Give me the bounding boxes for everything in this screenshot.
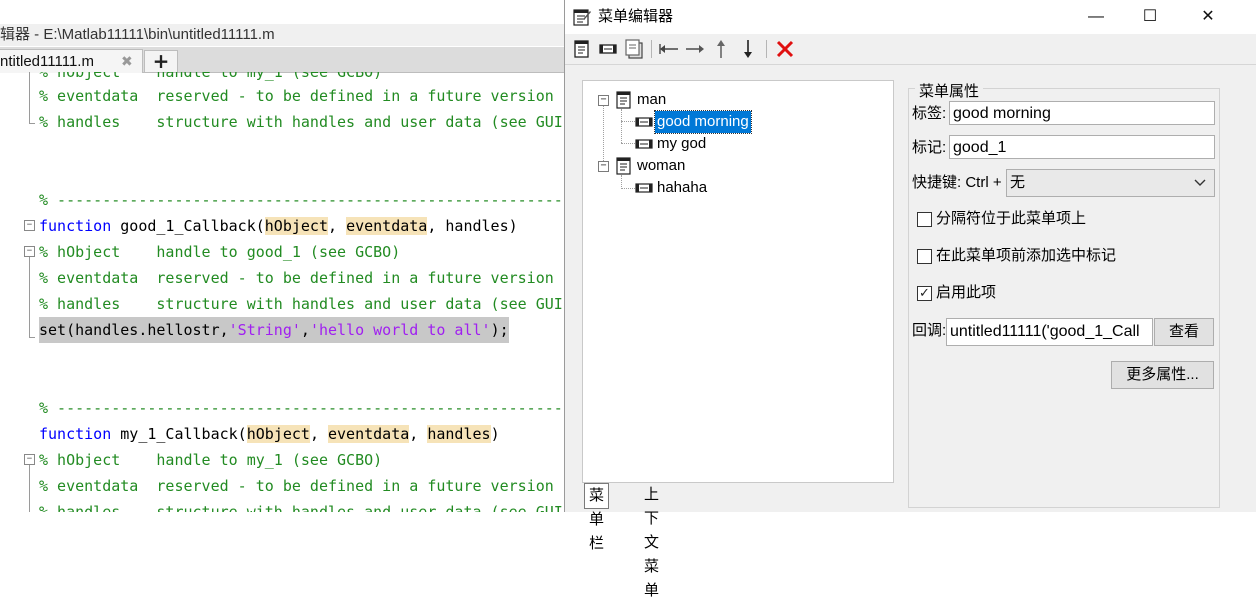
code-line-selected: set(handles.hellostr,'String','hello wor… — [39, 317, 509, 343]
more-properties-button[interactable]: 更多属性... — [1111, 361, 1214, 389]
tree-node-label: woman — [637, 157, 686, 174]
editor-title: 辑器 - E:\Matlab11111\bin\untitled11111.m — [0, 24, 600, 46]
tag-caption: 标记: — [912, 139, 947, 156]
move-right-icon[interactable] — [684, 38, 706, 60]
code-line: % hObject handle to my_1 (see GCBO) — [39, 451, 383, 469]
view-button[interactable]: 查看 — [1154, 318, 1214, 346]
move-down-icon[interactable] — [737, 38, 759, 60]
tree-node-woman[interactable]: woman — [615, 155, 815, 177]
code-line: % --------------------------------------… — [39, 191, 565, 209]
menu-properties-title: 菜单属性 — [915, 80, 984, 101]
tree-node-label: my god — [657, 135, 707, 152]
tree-connector — [621, 121, 635, 122]
tab-close-icon[interactable]: ✖ — [121, 50, 133, 73]
menu-icon — [616, 91, 631, 109]
menu-editor-dialog: 菜单编辑器 — ☐ ✕ − man good morning my god − … — [564, 0, 1256, 599]
tree-connector — [621, 175, 622, 189]
minimize-button[interactable]: — — [1073, 0, 1119, 34]
tree-node-label: good morning — [654, 110, 752, 134]
move-up-icon[interactable] — [710, 38, 732, 60]
new-context-menu-icon[interactable] — [623, 38, 645, 60]
tree-collapse-icon[interactable]: − — [598, 95, 609, 106]
tree-collapse-icon[interactable]: − — [598, 161, 609, 172]
code-line: % handles structure with handles and use… — [39, 113, 563, 131]
tag-field[interactable]: good_1 — [949, 135, 1215, 159]
code-line: % eventdata reserved - to be defined in … — [39, 269, 554, 287]
separator-label: 分隔符位于此菜单项上 — [936, 210, 1087, 227]
code-line: % eventdata reserved - to be defined in … — [39, 477, 554, 495]
tree-node-my-god[interactable]: my god — [635, 133, 835, 155]
menu-tree[interactable]: − man good morning my god − woman hahaha — [582, 80, 894, 483]
checked-mark-label: 在此菜单项前添加选中标记 — [936, 247, 1117, 264]
menu-item-icon — [635, 117, 653, 127]
tree-node-label: man — [637, 91, 667, 108]
fold-end — [29, 337, 35, 338]
enable-checkbox[interactable]: ✓ — [917, 286, 932, 301]
dialog-titlebar[interactable]: 菜单编辑器 — ☐ ✕ — [565, 0, 1256, 34]
separator-checkbox[interactable] — [917, 212, 932, 227]
dialog-title: 菜单编辑器 — [598, 8, 674, 25]
move-left-icon[interactable] — [658, 38, 680, 60]
code-area[interactable]: − − − % hObject handle to my_1 (see GCBO… — [0, 72, 565, 512]
delete-icon[interactable] — [774, 38, 796, 60]
tree-node-man[interactable]: man — [615, 89, 815, 111]
code-line: % eventdata reserved - to be defined in … — [39, 87, 554, 105]
callback-field[interactable]: untitled11111('good_1_Call — [946, 318, 1153, 346]
accelerator-caption: 快捷键: Ctrl + — [912, 174, 1002, 191]
code-line: % handles structure with handles and use… — [39, 295, 563, 313]
callback-caption: 回调: — [912, 322, 947, 339]
fold-end — [29, 123, 35, 124]
menu-editor-app-icon — [573, 9, 591, 26]
new-tab-button[interactable]: + — [144, 50, 178, 73]
new-menu-icon[interactable] — [571, 38, 593, 60]
chevron-down-icon — [1194, 179, 1206, 186]
new-menu-item-icon[interactable] — [597, 38, 619, 60]
fold-guide — [29, 465, 30, 512]
menu-item-icon — [635, 139, 653, 149]
tree-connector — [621, 143, 635, 144]
toolbar-separator — [766, 40, 767, 58]
tab-menubar[interactable]: 菜单栏 — [584, 483, 610, 552]
enable-label: 启用此项 — [936, 284, 997, 301]
fold-toggle-icon[interactable]: − — [24, 454, 35, 465]
accelerator-value: 无 — [1010, 174, 1026, 191]
tree-node-hahaha[interactable]: hahaha — [635, 177, 835, 199]
accelerator-select[interactable]: 无 — [1006, 169, 1215, 197]
label-field[interactable]: good morning — [949, 101, 1215, 125]
code-line: % hObject handle to good_1 (see GCBO) — [39, 243, 401, 261]
code-line: % --------------------------------------… — [39, 399, 565, 417]
fold-toggle-icon[interactable]: − — [24, 246, 35, 257]
editor-file-tab-label: ntitled11111.m — [0, 53, 94, 70]
fold-toggle-icon[interactable]: − — [24, 220, 35, 231]
checked-mark-checkbox[interactable] — [917, 249, 932, 264]
tree-connector — [621, 109, 622, 143]
tab-context-menu[interactable]: 上下文菜单 — [640, 483, 663, 599]
fold-guide — [29, 72, 30, 123]
editor-file-tab[interactable]: ntitled11111.m ✖ — [0, 49, 143, 73]
label-caption: 标签: — [912, 105, 947, 122]
code-line: function good_1_Callback(hObject, eventd… — [39, 217, 518, 235]
menu-icon — [616, 157, 631, 175]
editor-tab-bar: ntitled11111.m ✖ + — [0, 47, 600, 73]
code-line: % handles structure with handles and use… — [39, 503, 563, 512]
tree-node-label: hahaha — [657, 179, 708, 196]
code-line: function my_1_Callback(hObject, eventdat… — [39, 425, 500, 443]
maximize-button[interactable]: ☐ — [1127, 0, 1173, 34]
tree-connector — [621, 188, 635, 189]
menu-item-icon — [635, 183, 653, 193]
fold-guide — [29, 257, 30, 337]
close-button[interactable]: ✕ — [1185, 0, 1231, 34]
tree-node-good-morning[interactable]: good morning — [635, 110, 855, 134]
dialog-toolbar — [565, 34, 1256, 65]
toolbar-separator — [651, 40, 652, 58]
